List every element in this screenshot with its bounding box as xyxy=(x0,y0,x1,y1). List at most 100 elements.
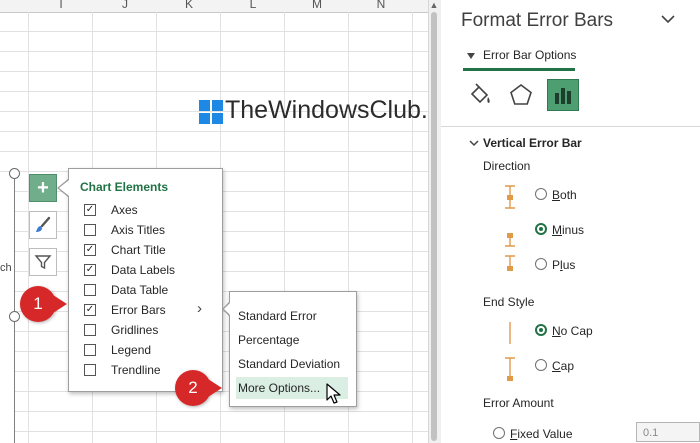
checkbox-checked[interactable]: ✓ xyxy=(84,304,96,316)
grid-line xyxy=(0,131,428,132)
effects-tab[interactable] xyxy=(506,80,536,110)
checkbox-checked[interactable]: ✓ xyxy=(84,264,96,276)
chart-element-trendline[interactable]: Trendline xyxy=(84,360,161,380)
cap-icon xyxy=(505,357,515,381)
radio-button[interactable] xyxy=(535,258,547,270)
chart-styles-button[interactable] xyxy=(29,211,57,239)
chart-elements-title: Chart Elements xyxy=(80,180,169,194)
checkbox-unchecked[interactable] xyxy=(84,324,96,336)
end-style-label: End Style xyxy=(483,295,535,309)
grid-line xyxy=(412,12,413,443)
chart-element-label: Gridlines xyxy=(111,323,159,337)
scrollbar-thumb[interactable] xyxy=(431,12,437,441)
chart-element-label: Data Table xyxy=(111,283,169,297)
grid-line xyxy=(0,71,428,72)
callout-2: 2 xyxy=(175,370,222,406)
radio-button[interactable] xyxy=(535,188,547,200)
mouse-cursor-icon xyxy=(326,383,341,404)
fixed-value-input[interactable]: 0.1 xyxy=(636,422,700,442)
checkbox-unchecked[interactable] xyxy=(84,344,96,356)
radio-label-plus: Plus xyxy=(552,258,576,272)
chart-element-label: Trendline xyxy=(111,363,161,377)
submenu-standard-error[interactable]: Standard Error xyxy=(236,305,348,327)
chart-element-axis-titles[interactable]: Axis Titles xyxy=(84,220,165,240)
chart-resize-handle[interactable] xyxy=(9,168,20,179)
paintbrush-icon xyxy=(36,216,51,232)
pentagon-icon xyxy=(510,84,532,105)
radio-label-no-cap: No Cap xyxy=(552,324,593,338)
grid-line xyxy=(0,31,428,32)
checkbox-unchecked[interactable] xyxy=(84,284,96,296)
truncated-cell-text: ch xyxy=(0,262,12,274)
chart-element-data-table[interactable]: Data Table xyxy=(84,280,168,300)
chevron-down-icon[interactable] xyxy=(657,8,679,30)
chart-resize-handle[interactable] xyxy=(9,311,20,322)
chevron-down-icon[interactable] xyxy=(469,138,479,148)
chart-element-legend[interactable]: Legend xyxy=(84,340,151,360)
chart-elements-button[interactable]: + xyxy=(29,174,57,202)
radio-button[interactable] xyxy=(493,427,505,439)
submenu-pointer-fill xyxy=(224,302,231,316)
radio-button[interactable] xyxy=(535,359,547,371)
chevron-right-icon[interactable]: › xyxy=(197,300,202,317)
chart-element-chart-title[interactable]: ✓ Chart Title xyxy=(84,240,166,260)
column-header-j[interactable]: J xyxy=(92,0,158,11)
chart-element-error-bars[interactable]: ✓ Error Bars xyxy=(84,300,166,320)
plus-direction-icon xyxy=(505,255,515,271)
column-header-m[interactable]: M xyxy=(284,0,350,11)
active-tab-underline xyxy=(463,68,575,71)
submenu-standard-deviation[interactable]: Standard Deviation xyxy=(236,353,348,375)
radio-plus[interactable] xyxy=(535,258,547,270)
no-cap-icon xyxy=(509,322,511,344)
format-error-bars-pane: Format Error Bars Error Bar Options Vert… xyxy=(441,0,700,443)
chart-element-gridlines[interactable]: Gridlines xyxy=(84,320,158,340)
column-header-l[interactable]: L xyxy=(220,0,286,11)
callout-1: 1 xyxy=(20,286,67,322)
chart-element-label: Error Bars xyxy=(111,303,166,317)
error-amount-label: Error Amount xyxy=(483,396,554,410)
checkbox-unchecked[interactable] xyxy=(84,364,96,376)
pane-title: Format Error Bars xyxy=(461,10,614,31)
windows-logo-icon xyxy=(198,99,224,125)
column-header-n[interactable]: N xyxy=(348,0,414,11)
checkbox-checked[interactable]: ✓ xyxy=(84,204,96,216)
scroll-up-icon[interactable]: ▲ xyxy=(429,0,439,10)
radio-both[interactable] xyxy=(535,188,547,200)
direction-label: Direction xyxy=(483,159,531,173)
caret-down-icon xyxy=(467,53,475,59)
bar-chart-icon xyxy=(555,88,571,104)
chart-element-axes[interactable]: ✓ Axes xyxy=(84,200,138,220)
grid-line xyxy=(0,51,428,52)
radio-no-cap[interactable] xyxy=(535,324,547,336)
radio-label-both: Both xyxy=(552,188,577,202)
fill-line-tab[interactable] xyxy=(465,80,495,110)
callout-badge: 2 xyxy=(175,370,211,406)
submenu-percentage[interactable]: Percentage xyxy=(236,329,348,351)
radio-fixed-value[interactable] xyxy=(493,427,505,439)
callout-badge: 1 xyxy=(20,286,56,322)
chart-filters-button[interactable] xyxy=(29,248,57,276)
radio-cap[interactable] xyxy=(535,359,547,371)
radio-minus[interactable] xyxy=(535,223,547,235)
tab-error-bar-options[interactable]: Error Bar Options xyxy=(483,48,576,62)
chart-element-label: Data Labels xyxy=(111,263,176,277)
radio-label-minus: Minus xyxy=(552,223,585,237)
callout-pointer xyxy=(208,379,222,397)
radio-button-selected[interactable] xyxy=(535,324,547,336)
both-direction-icon xyxy=(505,185,515,209)
radio-button-selected[interactable] xyxy=(535,223,547,235)
column-header-k[interactable]: K xyxy=(156,0,222,11)
chart-element-label: Axes xyxy=(111,203,138,217)
chart-element-data-labels[interactable]: ✓ Data Labels xyxy=(84,260,175,280)
chart-element-label: Legend xyxy=(111,343,152,357)
grid-line xyxy=(0,91,428,92)
column-header-i[interactable]: I xyxy=(28,0,94,11)
error-bar-options-tab[interactable] xyxy=(547,79,579,111)
checkbox-checked[interactable]: ✓ xyxy=(84,244,96,256)
section-vertical-error-bar[interactable]: Vertical Error Bar xyxy=(483,136,582,150)
chart-element-label: Chart Title xyxy=(111,243,166,257)
checkbox-unchecked[interactable] xyxy=(84,224,96,236)
callout-pointer xyxy=(53,295,67,313)
chart-area[interactable] xyxy=(0,174,14,443)
pane-divider xyxy=(441,126,700,127)
